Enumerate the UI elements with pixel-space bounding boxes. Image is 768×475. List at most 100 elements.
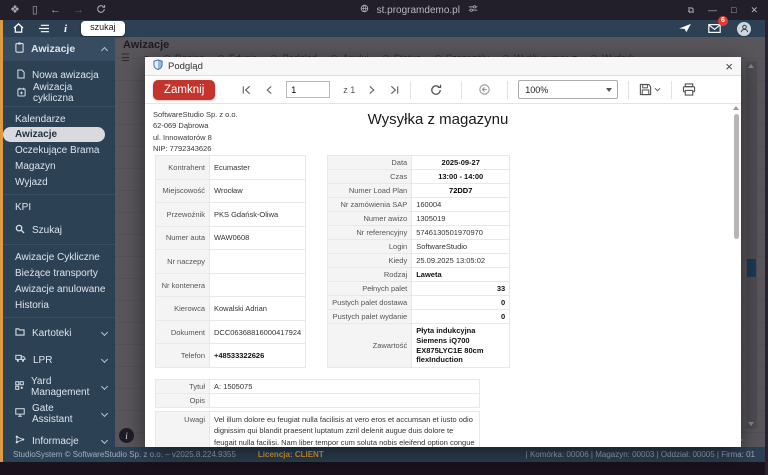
grid-menu-icon[interactable]: ☰ [121, 53, 130, 64]
status-version: StudioSystem © SoftwareStudio Sp. z o.o.… [13, 450, 236, 459]
print-icon[interactable] [682, 83, 696, 96]
network-icon [15, 435, 25, 447]
last-page-icon[interactable] [389, 85, 400, 95]
menu-list-icon[interactable] [38, 20, 50, 38]
browser-app-icon[interactable]: ❖ [10, 5, 20, 16]
home-icon[interactable] [13, 20, 24, 38]
modal-toolbar: Zamknij z 1 [145, 76, 741, 104]
grid-scrollbar-thumb[interactable] [747, 259, 756, 277]
table-row: Czas13:00 - 14:00 [328, 170, 510, 184]
prev-page-icon[interactable] [265, 85, 273, 95]
document-title: Wysyłka z magazynu [153, 111, 723, 128]
sidebar-item-gate-assistant[interactable]: Gate Assistant [3, 403, 115, 425]
chevron-down-icon [101, 355, 108, 362]
sidebar-divider [3, 244, 115, 245]
save-icon[interactable] [639, 83, 661, 96]
zoom-select[interactable]: 100% [518, 80, 618, 99]
table-row: DokumentDCC06368816000417924 [156, 320, 306, 344]
sidebar-item-szukaj[interactable]: Szukaj [3, 220, 115, 240]
modal-title: Podgląd [168, 61, 203, 72]
forward-icon[interactable]: → [73, 5, 84, 16]
shield-icon [153, 57, 163, 75]
clipboard-icon [15, 42, 24, 56]
sidebar-divider [3, 317, 115, 318]
document-page: SoftwareStudio Sp. z o.o. 62-069 Dąbrowa… [145, 104, 731, 447]
calendar-icon [17, 87, 26, 100]
zamknij-button[interactable]: Zamknij [153, 80, 215, 100]
sidebar-item-kalendarze[interactable]: Kalendarze [3, 111, 115, 127]
table-row: Pustych palet dostawa0 [328, 296, 510, 310]
tune-icon[interactable] [468, 4, 478, 16]
scroll-up-icon[interactable] [748, 64, 754, 68]
sidebar-item-yard-management[interactable]: Yard Management [3, 376, 115, 398]
sidebar-item-kpi[interactable]: KPI [3, 199, 115, 215]
app-window: ❖ ▯ ← → st.programdemo.pl ⧉ — □ ✕ [0, 0, 768, 475]
shipment-right-table: Data2025-09-27 Czas13:00 - 14:00 Numer L… [327, 155, 510, 368]
sidebar-item-magazyn[interactable]: Magazyn [3, 158, 115, 174]
window-bottom-edge [0, 462, 768, 475]
truck-icon [15, 354, 26, 366]
modal-close-icon[interactable]: × [725, 60, 733, 73]
sidebar-divider [3, 106, 115, 107]
sidebar-item-lpr[interactable]: LPR [3, 349, 115, 371]
status-bar: StudioSystem © SoftwareStudio Sp. z o.o.… [3, 447, 765, 462]
document-preview: SoftwareStudio Sp. z o.o. 62-069 Dąbrowa… [145, 104, 741, 447]
search-icon [15, 224, 25, 237]
next-page-icon[interactable] [368, 85, 376, 95]
sidebar-item-oczekujace-brama[interactable]: Oczekujące Brama [3, 142, 115, 158]
refresh-icon[interactable] [429, 83, 443, 97]
sidebar-divider [3, 194, 115, 195]
sidebar-item-awizacje-section[interactable]: Awizacje [3, 37, 115, 61]
table-row: MiejscowośćWrocław [156, 179, 306, 203]
sidebar-item-wyjazd[interactable]: Wyjazd [3, 174, 115, 190]
table-row: PrzewoźnikPKS Gdańsk-Oliwa [156, 203, 306, 227]
modal-header: Podgląd × [145, 57, 741, 76]
sidebar-item-kartoteki[interactable]: Kartoteki [3, 322, 115, 344]
sidebar-item-informacje[interactable]: Informacje [3, 430, 115, 447]
split-view-icon[interactable]: ⧉ [688, 5, 694, 16]
grid-scrollbar[interactable] [746, 61, 757, 429]
page-number-input[interactable] [286, 81, 330, 98]
minimize-icon[interactable]: — [708, 5, 717, 15]
table-row: Numer awizo1305019 [328, 212, 510, 226]
table-row: Numer Load Plan72DD7 [328, 184, 510, 198]
sidebar-item-awizacje-cykliczne[interactable]: Awizacje Cykliczne [3, 249, 115, 265]
table-row: Nr naczepy [156, 250, 306, 274]
site-info-icon[interactable] [360, 4, 369, 16]
sidebar-item-awizacje-active[interactable]: Awizacje [3, 127, 105, 142]
close-window-icon[interactable]: ✕ [750, 5, 758, 16]
table-row: Data2025-09-27 [328, 156, 510, 170]
chevron-down-icon [101, 436, 108, 443]
url-text[interactable]: st.programdemo.pl [377, 5, 460, 16]
first-page-icon[interactable] [241, 85, 252, 95]
scroll-down-icon[interactable] [748, 422, 754, 426]
zoom-value: 100% [525, 85, 548, 95]
shipment-left-table: KontrahentEcumaster MiejscowośćWrocław P… [155, 155, 306, 368]
maximize-icon[interactable]: □ [731, 5, 736, 15]
sidebar-item-biezace-transporty[interactable]: Bieżące transporty [3, 265, 115, 281]
table-row: RodzajLaweta [328, 268, 510, 282]
history-icon[interactable] [478, 83, 491, 96]
file-icon [17, 69, 25, 82]
send-icon[interactable] [678, 20, 692, 38]
doc-scrollbar-thumb[interactable] [734, 114, 739, 239]
uwagi-table: UwagiVel illum dolore eu feugiat nulla f… [155, 411, 480, 447]
info-icon[interactable]: i [64, 23, 67, 35]
folder-icon [15, 327, 25, 339]
sidebar-item-awizacje-anulowane[interactable]: Awizacje anulowane [3, 281, 115, 297]
sidebar-toggle-icon[interactable]: ▯ [32, 5, 38, 16]
table-row: Numer autaWAW0608 [156, 226, 306, 250]
reload-icon[interactable] [96, 4, 106, 17]
table-row: TytułA: 1505075 [156, 380, 480, 394]
table-row: Telefon+48533322626 [156, 344, 306, 368]
user-avatar[interactable] [737, 22, 751, 36]
sidebar-item-historia[interactable]: Historia [3, 297, 115, 313]
info-fab-button[interactable]: i [119, 428, 134, 443]
sidebar-item-awizacja-cykliczna[interactable]: Awizacja cykliczna [3, 84, 115, 102]
doc-scroll-up-icon[interactable] [733, 106, 739, 110]
page-title: Awizacje [123, 39, 169, 51]
back-icon[interactable]: ← [50, 5, 61, 16]
preview-modal: Podgląd × Zamknij z 1 [145, 57, 741, 447]
mail-icon[interactable]: 6 [708, 20, 721, 38]
search-button[interactable]: szukaj [81, 21, 125, 36]
